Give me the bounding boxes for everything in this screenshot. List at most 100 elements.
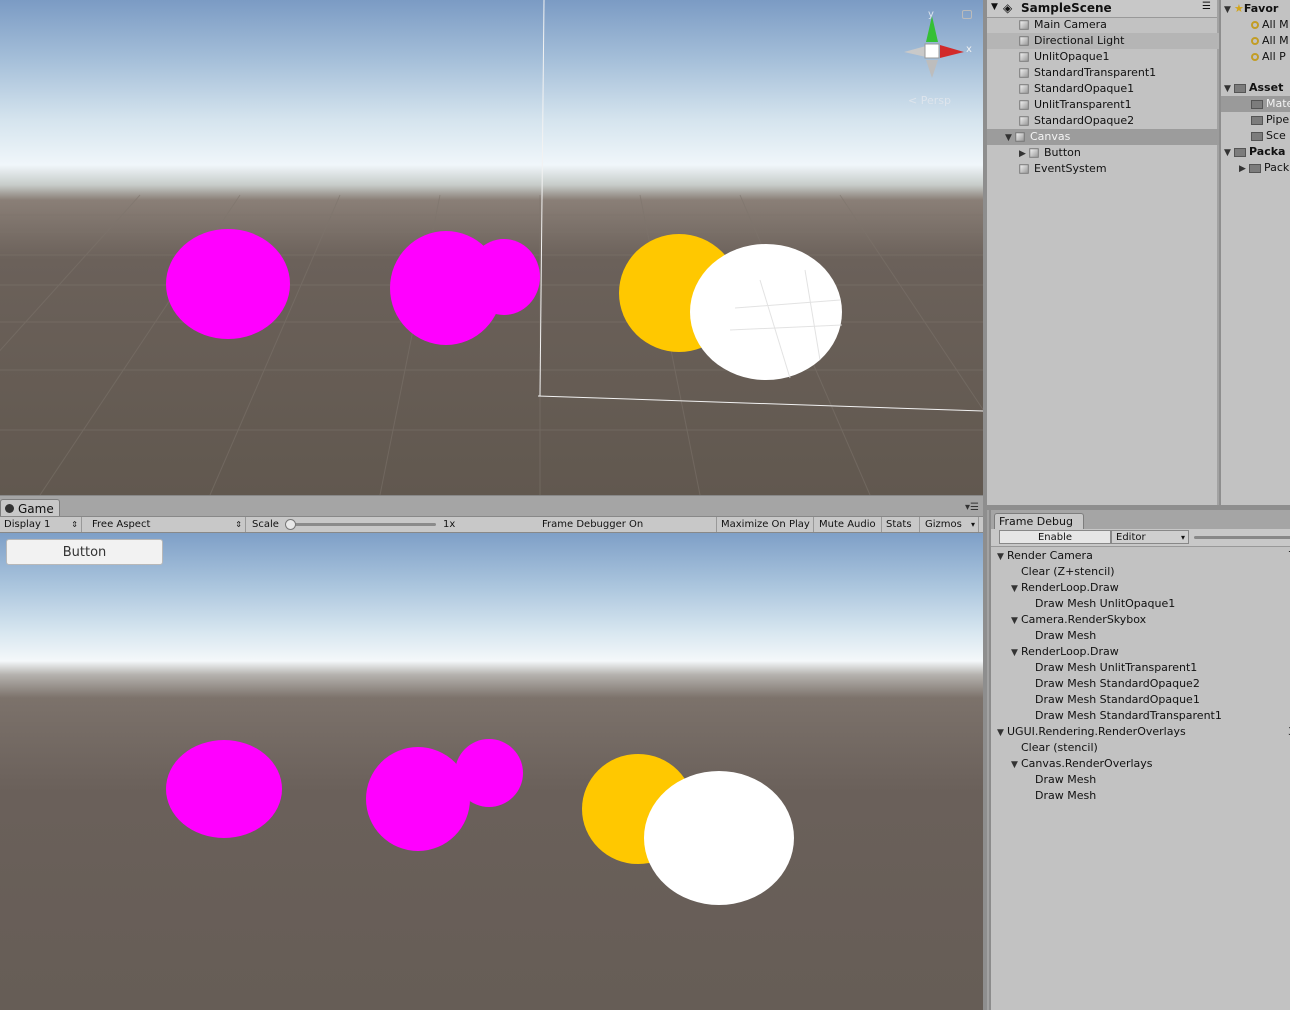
fd-event-row[interactable]: Draw Mesh UnlitOpaque1	[991, 596, 1290, 612]
frame-debug-panel: Frame Debug Enable Editor ▾ ▼ Render Camer…	[989, 510, 1290, 1010]
aspect-dropdown-label: Free Aspect	[92, 519, 151, 530]
scene-unlit-transparent-sphere[interactable]	[468, 239, 540, 315]
fd-event-label: Canvas.RenderOverlays	[1021, 757, 1153, 770]
favorites-header[interactable]: ▼ ★Favor	[1221, 1, 1290, 17]
fd-event-row[interactable]: Clear (stencil)	[991, 740, 1290, 756]
gizmos-dropdown[interactable]: Gizmos ▾	[921, 517, 979, 532]
gizmo-y-label: y	[928, 9, 934, 20]
hierarchy-item-event-system[interactable]: EventSystem	[987, 161, 1249, 177]
asset-folder-item[interactable]: Sce	[1221, 128, 1290, 144]
favorite-item[interactable]: All P	[1221, 49, 1290, 65]
fd-event-row[interactable]: Draw Mesh StandardTransparent1	[991, 708, 1290, 724]
scale-slider-handle[interactable]	[285, 519, 296, 530]
foldout-closed-icon[interactable]: ▶	[1239, 161, 1249, 176]
fd-event-row[interactable]: ▼RenderLoop.Draw4	[991, 644, 1290, 660]
mute-audio-toggle[interactable]: Mute Audio	[815, 517, 882, 532]
fd-event-row[interactable]: ▼RenderLoop.Draw1	[991, 580, 1290, 596]
foldout-open-icon[interactable]: ▼	[1005, 130, 1015, 146]
foldout-open-icon[interactable]: ▼	[1224, 2, 1234, 17]
hierarchy-panel: ▼ ◈ SampleScene ☰ Main Camera Directiona…	[987, 0, 1249, 505]
scale-label: Scale	[252, 519, 279, 530]
fd-event-row[interactable]: ▼Canvas.RenderOverlays2	[991, 756, 1290, 772]
stats-toggle[interactable]: Stats	[882, 517, 920, 532]
foldout-open-icon[interactable]: ▼	[1011, 757, 1021, 773]
tab-frame-debug[interactable]: Frame Debug	[994, 513, 1084, 529]
scene-view[interactable]: y x < Persp	[0, 0, 983, 495]
asset-folder-item[interactable]: Mate	[1221, 96, 1290, 112]
fd-event-label: Draw Mesh UnlitTransparent1	[1035, 661, 1198, 674]
foldout-open-icon[interactable]: ▼	[1011, 613, 1021, 629]
target-dropdown[interactable]: Editor ▾	[1111, 530, 1189, 544]
fd-event-row[interactable]: Clear (Z+stencil)	[991, 564, 1290, 580]
hierarchy-item-button[interactable]: ▶ Button	[987, 145, 1249, 161]
packages-header[interactable]: ▼ Packa	[1221, 144, 1290, 160]
package-folder-item[interactable]: ▶ Pack	[1221, 160, 1290, 176]
fd-event-row[interactable]: Draw Mesh	[991, 788, 1290, 804]
gameobject-icon	[1019, 84, 1029, 94]
fd-event-label: RenderLoop.Draw	[1021, 581, 1119, 594]
gameobject-icon	[1019, 68, 1029, 78]
hierarchy-item-main-camera[interactable]: Main Camera	[987, 17, 1249, 33]
display-dropdown[interactable]: Display 1 ⇕	[0, 517, 82, 532]
game-view[interactable]: Button	[0, 533, 983, 1010]
fd-event-row[interactable]: ▼Camera.RenderSkybox1	[991, 612, 1290, 628]
game-tab-bar: Game ▾☰	[0, 495, 983, 517]
hierarchy-scene-header[interactable]: ▼ ◈ SampleScene ☰	[987, 0, 1217, 18]
fd-event-row[interactable]: Draw Mesh StandardOpaque2	[991, 676, 1290, 692]
aspect-dropdown[interactable]: Free Aspect ⇕	[88, 517, 246, 532]
fd-event-row[interactable]: ▼Render Camera7	[991, 548, 1290, 564]
maximize-on-play-toggle[interactable]: Maximize On Play	[716, 517, 814, 532]
foldout-open-icon[interactable]: ▼	[1011, 645, 1021, 661]
foldout-open-icon[interactable]: ▼	[1011, 581, 1021, 597]
hierarchy-item-unlit-opaque1[interactable]: UnlitOpaque1	[987, 49, 1249, 65]
scene-menu-icon[interactable]: ☰	[1202, 1, 1211, 12]
favorite-item[interactable]: All M	[1221, 17, 1290, 33]
fd-event-row[interactable]: Draw Mesh StandardOpaque1	[991, 692, 1290, 708]
fd-event-row[interactable]: Draw Mesh	[991, 628, 1290, 644]
canvas-ui-button[interactable]: Button	[6, 539, 163, 565]
foldout-closed-icon[interactable]: ▶	[1019, 146, 1029, 162]
assets-header[interactable]: ▼ Asset	[1221, 80, 1290, 96]
fd-event-label: Clear (stencil)	[1021, 741, 1098, 754]
fd-event-row[interactable]: ▼UGUI.Rendering.RenderOverlays3	[991, 724, 1290, 740]
game-unlit-opaque-sphere	[166, 740, 282, 838]
tab-game[interactable]: Game	[0, 499, 60, 517]
favorite-item[interactable]: All M	[1221, 33, 1290, 49]
panel-menu-icon[interactable]: ▾☰	[965, 502, 979, 513]
favorite-item-label: All M	[1262, 18, 1289, 31]
folder-icon	[1251, 99, 1263, 109]
gizmo-x-label: x	[966, 44, 972, 55]
hierarchy-item-standard-opaque2[interactable]: StandardOpaque2	[987, 113, 1249, 129]
foldout-open-icon[interactable]: ▼	[997, 549, 1007, 565]
foldout-open-icon[interactable]: ▼	[991, 2, 998, 12]
fd-event-row[interactable]: Draw Mesh UnlitTransparent1	[991, 660, 1290, 676]
scale-slider[interactable]	[288, 523, 436, 526]
gizmos-label: Gizmos	[925, 519, 962, 530]
fd-event-label: Draw Mesh	[1035, 789, 1097, 802]
event-slider[interactable]	[1194, 536, 1290, 539]
foldout-open-icon[interactable]: ▼	[1224, 145, 1234, 160]
hierarchy-item-label: Directional Light	[1034, 34, 1125, 47]
fd-event-row[interactable]: Draw Mesh	[991, 772, 1290, 788]
enable-button[interactable]: Enable	[999, 530, 1111, 544]
hierarchy-item-standard-transparent1[interactable]: StandardTransparent1	[987, 65, 1249, 81]
hierarchy-item-label: EventSystem	[1034, 162, 1107, 175]
asset-folder-label: Sce	[1266, 129, 1286, 142]
search-icon	[1251, 21, 1259, 29]
foldout-open-icon[interactable]: ▼	[1224, 81, 1234, 96]
scene-unlit-opaque-sphere[interactable]	[166, 229, 290, 339]
hierarchy-item-standard-opaque1[interactable]: StandardOpaque1	[987, 81, 1249, 97]
hierarchy-item-canvas[interactable]: ▼ Canvas	[987, 129, 1235, 145]
scene-standard-transparent-sphere[interactable]	[690, 244, 842, 380]
asset-folder-item[interactable]: Pipe	[1221, 112, 1290, 128]
dropdown-arrow-icon: ⇕	[235, 520, 242, 529]
persp-label[interactable]: < Persp	[908, 94, 951, 107]
scene-orientation-gizmo[interactable]	[904, 16, 964, 78]
target-dropdown-label: Editor	[1116, 532, 1146, 543]
asset-folder-label: Pipe	[1266, 113, 1290, 126]
hierarchy-item-directional-light[interactable]: Directional Light	[987, 33, 1249, 49]
lock-icon[interactable]	[962, 10, 972, 19]
foldout-open-icon[interactable]: ▼	[997, 725, 1007, 741]
hierarchy-item-unlit-transparent1[interactable]: UnlitTransparent1	[987, 97, 1249, 113]
game-unlit-transparent-sphere	[455, 739, 523, 807]
